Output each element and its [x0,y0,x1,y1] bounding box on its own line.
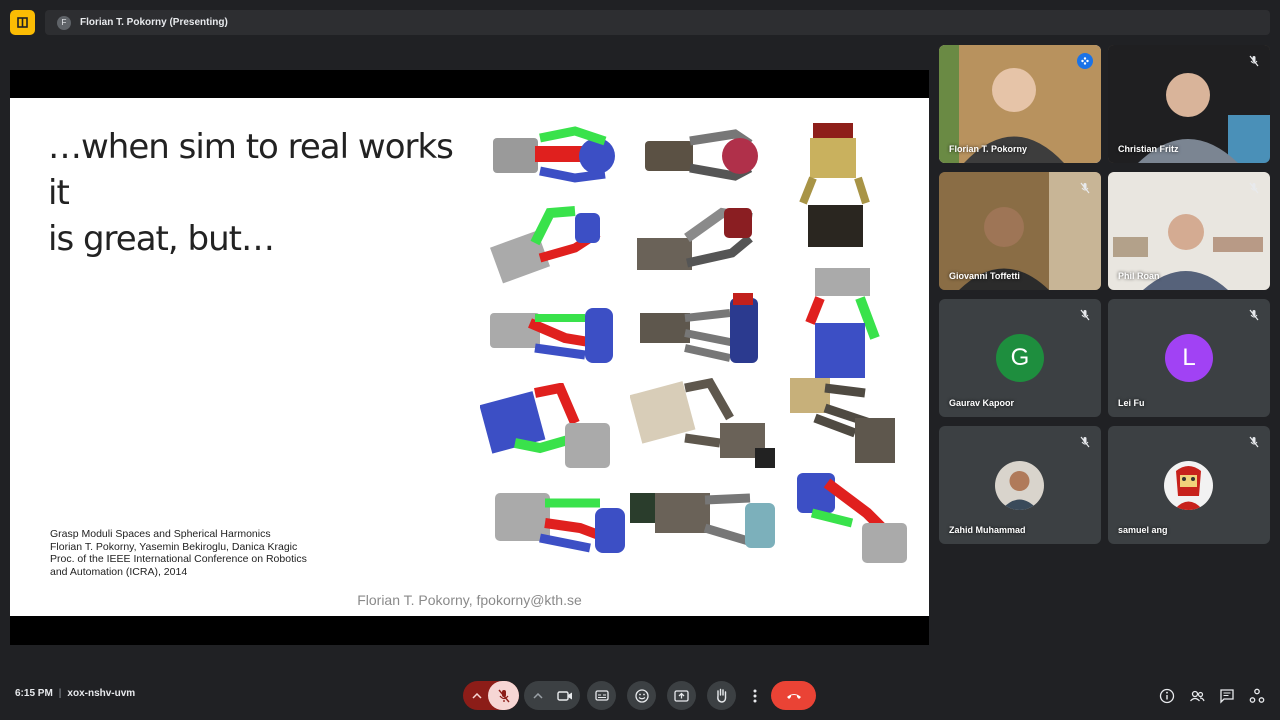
emoji-button[interactable] [627,681,656,710]
info-icon[interactable] [1159,688,1175,704]
slide-title-line: is great, but… [48,219,275,259]
slide-title-line: …when sim to real works it [48,127,454,213]
end-call-button[interactable] [771,681,816,710]
simulated-hand-image [805,268,880,378]
captions-button[interactable] [587,681,616,710]
divider: | [58,688,62,699]
top-bar: F Florian T. Pokorny (Presenting) [0,0,1280,44]
camera-button[interactable] [549,681,580,710]
real-hand-image [637,207,753,270]
meeting-time: 6:15 PM [15,688,53,699]
citation-line: Grasp Moduli Spaces and Spherical Harmon… [50,528,271,540]
mic-off-icon [497,689,510,702]
meeting-code: xox-nshv-uvm [67,688,136,699]
real-hand-image [645,129,758,181]
chevron-up-icon[interactable] [524,681,552,710]
shared-screen: …when sim to real works it is great, but… [10,70,929,645]
avatar: L [1165,334,1213,382]
real-hand-image [630,378,775,468]
mic-off-button[interactable] [488,681,519,710]
mic-off-icon [1249,55,1259,67]
participant-name: Christian Fritz [1118,144,1179,154]
participant-tile[interactable]: Zahid Muhammad [939,426,1101,544]
slide-citation: Grasp Moduli Spaces and Spherical Harmon… [50,528,307,579]
bottom-toolbar: 6:15 PM | xox-nshv-uvm [0,672,1280,720]
mic-control-group [463,681,519,710]
more-options-icon [753,689,756,702]
grasp-image-grid [480,118,920,573]
mic-off-icon [1249,182,1259,194]
citation-line: Florian T. Pokorny, Yasemin Bekiroglu, D… [50,540,298,553]
present-button[interactable] [667,681,696,710]
speaking-indicator-icon [1077,53,1093,69]
participant-tile[interactable]: Phil Roan [1108,172,1270,290]
participant-name: Zahid Muhammad [949,525,1026,535]
mic-off-icon [1080,182,1090,194]
raise-hand-button[interactable] [707,681,736,710]
participant-name: Gaurav Kapoor [949,398,1015,408]
participant-name: Lei Fu [1118,398,1145,408]
camera-icon [556,690,572,701]
participant-tile[interactable]: G Gaurav Kapoor [939,299,1101,417]
simulated-hand-image [490,308,613,363]
simulated-hand-image [797,473,907,563]
participant-name: samuel ang [1118,525,1168,535]
end-call-icon [786,693,801,699]
participant-tile[interactable]: Giovanni Toffetti [939,172,1101,290]
participant-name: Florian T. Pokorny [949,144,1028,154]
participant-tile[interactable]: Christian Fritz [1108,45,1270,163]
activities-icon[interactable] [1249,688,1265,704]
citation-line: Proc. of the IEEE International Conferen… [50,553,307,566]
real-hand-image [790,378,895,463]
simulated-hand-image [490,206,601,284]
mic-off-icon [1080,309,1090,321]
presenter-avatar: F [57,15,71,30]
participant-name: Phil Roan [1118,271,1160,281]
mic-off-icon [1249,309,1259,321]
presentation-slide: …when sim to real works it is great, but… [10,98,929,616]
meeting-info: 6:15 PM | xox-nshv-uvm [15,688,135,699]
participant-tile[interactable]: Florian T. Pokorny [939,45,1101,163]
raise-hand-icon [717,688,727,703]
avatar: G [996,334,1044,382]
real-hand-image [640,293,758,363]
simulated-hand-image [480,383,610,468]
avatar [995,461,1044,510]
captions-icon [594,690,609,701]
mic-off-icon [1249,436,1259,448]
citation-line: and Automation (ICRA), 2014 [50,566,188,579]
slide-title: …when sim to real works it is great, but… [48,124,468,262]
camera-control-group [524,681,580,710]
real-hand-image [799,123,870,247]
participant-tile[interactable]: samuel ang [1108,426,1270,544]
more-options-button[interactable] [740,681,769,710]
presenter-banner[interactable]: F Florian T. Pokorny (Presenting) [45,10,1270,35]
real-hand-image [630,493,775,548]
slide-footer: Florian T. Pokorny, fpokorny@kth.se [357,592,582,608]
simulated-hand-image [493,126,615,183]
chat-icon[interactable] [1219,688,1235,704]
emoji-icon [634,688,649,703]
simulated-hand-image [495,493,625,553]
people-icon[interactable] [1189,688,1205,704]
present-icon [674,689,689,702]
chevron-up-icon[interactable] [463,681,491,710]
mic-off-icon [1080,436,1090,448]
meet-logo-icon[interactable] [10,10,35,35]
participant-name: Giovanni Toffetti [949,271,1020,281]
participant-tile[interactable]: L Lei Fu [1108,299,1270,417]
presenter-label: Florian T. Pokorny (Presenting) [80,17,228,28]
avatar [1164,461,1213,510]
